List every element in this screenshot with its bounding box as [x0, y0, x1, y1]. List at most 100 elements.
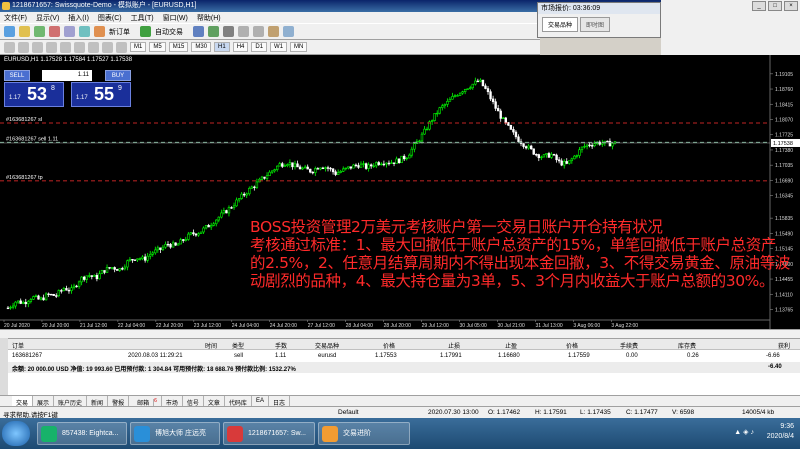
zoom-in-icon[interactable] [238, 26, 249, 37]
tab-account-history[interactable]: 账户历史 [54, 396, 88, 407]
zoom-out-icon[interactable] [253, 26, 264, 37]
timeframe-m30[interactable]: M30 [191, 42, 212, 52]
tab-experts[interactable]: EA [252, 396, 269, 406]
menu-help[interactable]: 帮助(H) [197, 13, 221, 23]
tab-signals[interactable]: 信号 [183, 396, 204, 407]
col-price[interactable]: 价格 [383, 341, 395, 350]
status-profile[interactable]: Default [338, 409, 359, 416]
crosshair-icon[interactable] [18, 41, 29, 53]
menu-tools[interactable]: 工具(T) [131, 13, 154, 23]
menu-view[interactable]: 显示(V) [36, 13, 59, 23]
line-chart-icon[interactable] [223, 26, 234, 37]
tab-articles[interactable]: 文章 [204, 396, 225, 407]
col-order[interactable]: 订单 [12, 341, 24, 350]
table-row[interactable]: 163681267 2020.08.03 11:29:21 sell 1.11 … [0, 351, 800, 362]
col-commission[interactable]: 手续费 [620, 341, 638, 350]
auto-trading-button[interactable]: 自动交易 [155, 27, 183, 37]
candle-body [242, 193, 246, 196]
task-trading-advanced[interactable]: 交易进阶 [318, 422, 410, 445]
candle-body [588, 144, 591, 147]
trendline-icon[interactable] [60, 41, 71, 53]
col-swap[interactable]: 库存费 [678, 341, 696, 350]
candle-body [103, 270, 106, 273]
buy-button[interactable]: BUY [105, 70, 131, 81]
order-line-label-2: #163681267 tp [6, 175, 43, 181]
tab-mailbox[interactable]: 邮箱 6 [129, 396, 162, 409]
menu-insert[interactable]: 插入(I) [68, 13, 89, 23]
tab-tick-chart[interactable]: 即时图 [580, 17, 611, 32]
auto-trading-icon[interactable] [140, 26, 151, 37]
start-button[interactable] [2, 421, 30, 446]
minimize-button[interactable]: _ [752, 1, 766, 11]
market-watch-icon[interactable] [34, 26, 45, 37]
clock[interactable]: 9:36 2020/8/4 [767, 422, 794, 442]
timeframe-m1[interactable]: M1 [130, 42, 147, 52]
tab-symbols[interactable]: 交易品种 [542, 17, 579, 32]
cursor-icon[interactable] [4, 41, 15, 53]
col-sl[interactable]: 止损 [448, 341, 460, 350]
task-boxu-label: 博旭大师 庄远亮 [155, 430, 206, 437]
new-order-button[interactable]: 新订单 [109, 27, 130, 37]
candle-body [34, 295, 38, 297]
col-symbol[interactable]: 交易品种 [315, 341, 339, 350]
candle-body [67, 289, 71, 292]
tab-code-base[interactable]: 代码库 [225, 396, 252, 407]
fibonacci-icon[interactable] [88, 41, 99, 53]
timeframe-w1[interactable]: W1 [270, 42, 288, 52]
terminal-icon[interactable] [64, 26, 75, 37]
task-eightcap[interactable]: 857438: Eightca... [37, 422, 127, 445]
col-time[interactable]: 时间 [205, 341, 217, 350]
timeframe-h4[interactable]: H4 [232, 42, 249, 52]
timeframe-m5[interactable]: M5 [149, 42, 166, 52]
horizontal-line-icon[interactable] [46, 41, 57, 53]
candle-body [141, 256, 144, 260]
close-button[interactable]: × [784, 1, 798, 11]
period-icon[interactable] [283, 26, 294, 37]
candle-body [98, 273, 101, 280]
col-volume[interactable]: 手数 [275, 341, 287, 350]
menu-charts[interactable]: 图表(C) [98, 13, 122, 23]
candle-body [563, 161, 566, 166]
tester-icon[interactable] [79, 26, 90, 37]
task-swissquote[interactable]: 1218671657: Sw... [223, 422, 315, 445]
system-tray[interactable]: ▲ ◈ ♪ [734, 428, 754, 436]
profiles-icon[interactable] [19, 26, 30, 37]
tab-market[interactable]: 市场 [162, 396, 183, 407]
timeframe-h1[interactable]: H1 [214, 42, 230, 52]
menu-window[interactable]: 窗口(W) [163, 13, 188, 23]
label-icon[interactable] [116, 41, 127, 53]
timeframe-mn[interactable]: MN [290, 42, 308, 52]
timeframe-d1[interactable]: D1 [251, 42, 268, 52]
tab-news[interactable]: 新闻 [87, 396, 109, 407]
sell-button[interactable]: SELL [4, 70, 30, 81]
candle-body [573, 155, 576, 160]
candle-body [329, 167, 332, 170]
col-type[interactable]: 类型 [232, 341, 244, 350]
new-chart-icon[interactable] [4, 26, 15, 37]
volume-input[interactable]: 1.11 [42, 70, 92, 81]
candle-body [128, 259, 132, 262]
vertical-line-icon[interactable] [32, 41, 43, 53]
windows-taskbar: 857438: Eightca... 博旭大师 庄远亮 1218671657: … [0, 418, 800, 449]
maximize-button[interactable]: □ [768, 1, 782, 11]
col-tp[interactable]: 止盈 [505, 341, 517, 350]
menu-file[interactable]: 文件(F) [4, 13, 27, 23]
sell-price[interactable]: 1.17 53 8 [4, 82, 64, 107]
candle-body [131, 259, 134, 261]
tab-trade[interactable]: 交易 [12, 396, 34, 407]
channel-icon[interactable] [74, 41, 85, 53]
navigator-icon[interactable] [49, 26, 60, 37]
candlestick-icon[interactable] [208, 26, 219, 37]
buy-price[interactable]: 1.17 55 9 [71, 82, 131, 107]
text-icon[interactable] [102, 41, 113, 53]
col-current-price[interactable]: 价格 [566, 341, 578, 350]
bar-chart-icon[interactable] [193, 26, 204, 37]
new-order-icon[interactable] [94, 26, 105, 37]
task-boxu[interactable]: 博旭大师 庄远亮 [130, 422, 220, 445]
col-profit[interactable]: 获利 [778, 341, 790, 350]
indicators-icon[interactable] [268, 26, 279, 37]
tab-exposure[interactable]: 展示 [33, 396, 55, 407]
tab-alerts[interactable]: 警报 [108, 396, 130, 407]
timeframe-m15[interactable]: M15 [168, 42, 189, 52]
tab-journal[interactable]: 日志 [269, 396, 290, 407]
